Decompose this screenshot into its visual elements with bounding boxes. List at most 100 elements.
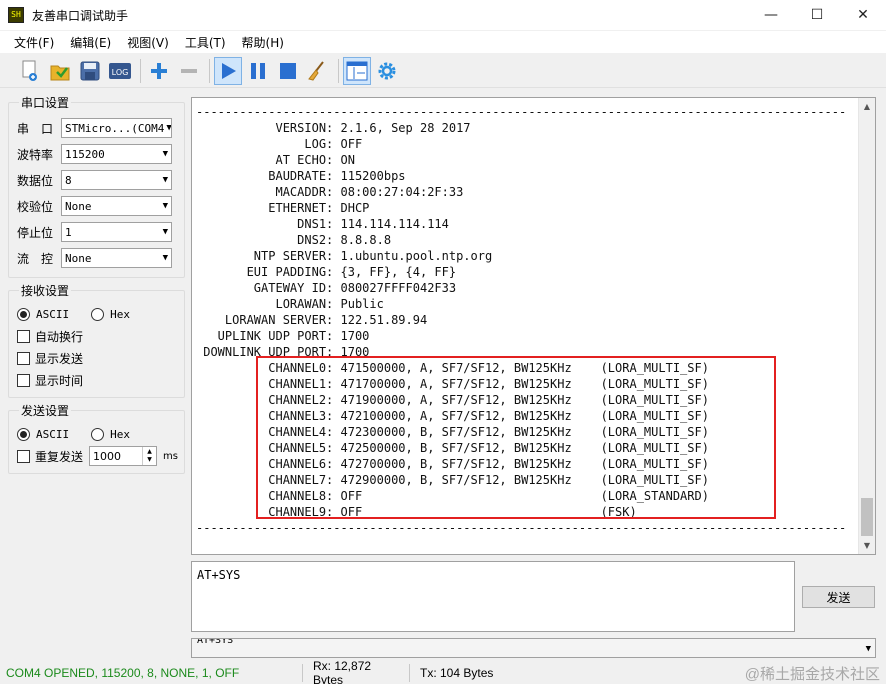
play-icon[interactable] (214, 56, 242, 85)
title-bar[interactable]: SH 友善串口调试助手 — ☐ ✕ (0, 0, 886, 30)
toolbar-separator (209, 58, 210, 83)
chevron-down-icon: ▼ (162, 201, 168, 211)
layout-icon[interactable] (343, 56, 371, 85)
flow-control-select[interactable]: None ▼ (61, 248, 172, 268)
app-window: SH 友善串口调试助手 — ☐ ✕ 文件(F) 编辑(E) 视图(V) 工具(T… (0, 0, 886, 684)
scroll-down-icon[interactable]: ▼ (859, 537, 875, 554)
add-icon[interactable] (145, 57, 173, 85)
output-line: AT ECHO: ON (196, 153, 355, 167)
port-label: 串 口 (17, 121, 54, 136)
chevron-down-icon: ▼ (162, 253, 168, 263)
close-button[interactable]: ✕ (840, 0, 886, 30)
stop-bits-select[interactable]: 1 ▼ (61, 222, 172, 242)
send-settings-group: 发送设置 ASCII Hex 重复发送 1000 ▲ ▼ ms (8, 402, 185, 474)
interval-unit: ms (163, 450, 178, 462)
status-bar: COM4 OPENED, 115200, 8, NONE, 1, OFF Rx:… (0, 659, 886, 684)
output-scrollbar[interactable]: ▲ ▼ (858, 98, 875, 554)
output-line: UPLINK UDP PORT: 1700 (196, 329, 370, 343)
baud-select[interactable]: 115200 ▼ (61, 144, 172, 164)
spin-down-icon[interactable]: ▼ (147, 456, 152, 464)
show-time-checkbox[interactable] (17, 373, 30, 387)
show-send-label: 显示发送 (35, 351, 84, 366)
output-line: DNS1: 114.114.114.114 (196, 217, 449, 231)
auto-wrap-checkbox[interactable] (17, 329, 30, 343)
send-input[interactable]: AT+SYS (191, 561, 795, 632)
interval-stepper[interactable]: 1000 ▲ ▼ (89, 446, 158, 466)
show-send-checkbox[interactable] (17, 351, 30, 365)
scrollbar-thumb[interactable] (861, 498, 873, 536)
watermark: @稀土掘金技术社区 (744, 665, 880, 683)
output-line: BAUDRATE: 115200bps (196, 169, 406, 183)
send-button[interactable]: 发送 (802, 586, 875, 608)
output-line: ----------------------------------------… (196, 105, 847, 119)
receive-ascii-radio[interactable] (17, 307, 30, 321)
data-bits-select[interactable]: 8 ▼ (61, 170, 172, 190)
chevron-down-icon: ▼ (162, 175, 168, 185)
left-panel: 串口设置 串 口 STMicro...(COM4 ▼ 波特率 115200 ▼ 数据… (8, 94, 185, 478)
toolbar-separator (338, 58, 339, 83)
rx-count: Rx: 12,872 Bytes (313, 659, 372, 684)
send-settings-title: 发送设置 (21, 404, 70, 418)
output-line: ----------------------------------------… (196, 521, 847, 535)
flow-control-label: 流 控 (17, 251, 54, 266)
chevron-down-icon: ▼ (166, 123, 172, 133)
serial-settings-group: 串口设置 串 口 STMicro...(COM4 ▼ 波特率 115200 ▼ 数据… (8, 94, 185, 278)
chevron-down-icon: ▼ (162, 149, 168, 159)
send-ascii-radio[interactable] (17, 427, 30, 441)
receive-output-area[interactable]: ---- -----------------------------------… (191, 97, 876, 555)
send-hex-radio[interactable] (91, 427, 105, 441)
new-file-icon[interactable] (16, 57, 44, 85)
serial-settings-title: 串口设置 (21, 96, 70, 110)
stop-icon[interactable] (274, 57, 302, 85)
open-folder-icon[interactable] (46, 57, 74, 85)
clear-broom-icon[interactable] (304, 57, 332, 85)
spin-up-icon[interactable]: ▲ (147, 448, 152, 456)
pause-icon[interactable] (244, 57, 272, 85)
menu-file[interactable]: 文件(F) (6, 34, 62, 51)
menu-view[interactable]: 视图(V) (119, 34, 177, 51)
output-line: DNS2: 8.8.8.8 (196, 233, 392, 247)
output-line: GATEWAY ID: 080027FFFF042F33 (196, 281, 457, 295)
show-time-label: 显示时间 (35, 373, 84, 388)
scroll-up-icon[interactable]: ▲ (859, 98, 875, 115)
output-partial-line: ---- -- (196, 98, 856, 104)
log-icon[interactable]: LOG (106, 57, 134, 85)
maximize-button[interactable]: ☐ (794, 0, 840, 30)
receive-settings-title: 接收设置 (21, 284, 70, 298)
port-status-text: COM4 OPENED, 115200, 8, NONE, 1, OFF (6, 666, 240, 680)
send-ascii-label: ASCII (36, 427, 70, 441)
baud-label: 波特率 (17, 147, 54, 162)
repeat-send-checkbox[interactable] (17, 449, 30, 463)
receive-hex-label: Hex (110, 307, 130, 321)
stop-bits-label: 停止位 (17, 225, 54, 240)
window-title: 友善串口调试助手 (32, 8, 129, 23)
menu-tools[interactable]: 工具(T) (177, 34, 234, 51)
port-select[interactable]: STMicro...(COM4 ▼ (61, 118, 172, 138)
settings-gear-icon[interactable] (373, 57, 401, 85)
output-line: LORAWAN SERVER: 122.51.89.94 (196, 313, 428, 327)
receive-hex-radio[interactable] (91, 307, 105, 321)
chevron-down-icon: ▼ (162, 227, 168, 237)
repeat-send-label: 重复发送 (35, 449, 84, 464)
menu-help[interactable]: 帮助(H) (234, 34, 292, 51)
menu-edit[interactable]: 编辑(E) (62, 34, 119, 51)
data-bits-label: 数据位 (17, 173, 54, 188)
receive-ascii-label: ASCII (36, 307, 70, 321)
parity-select[interactable]: None ▼ (61, 196, 172, 216)
toolbar-separator (140, 58, 141, 83)
output-line: EUI PADDING: {3, FF}, {4, FF} (196, 265, 457, 279)
send-history-select[interactable]: AT+SYS ▼ (191, 638, 876, 658)
output-line: NTP SERVER: 1.ubuntu.pool.ntp.org (196, 249, 493, 263)
receive-settings-group: 接收设置 ASCII Hex 自动换行 显示发送 显示时间 (8, 282, 185, 398)
remove-icon[interactable] (175, 57, 203, 85)
menu-bar: 文件(F) 编辑(E) 视图(V) 工具(T) 帮助(H) (0, 31, 886, 53)
chevron-down-icon: ▼ (865, 644, 871, 654)
output-line: LOG: OFF (196, 137, 363, 151)
parity-label: 校验位 (17, 199, 54, 214)
send-hex-label: Hex (110, 427, 130, 441)
save-icon[interactable] (76, 57, 104, 85)
auto-wrap-label: 自动换行 (35, 329, 84, 344)
minimize-button[interactable]: — (748, 0, 794, 30)
interval-value: 1000 (93, 449, 122, 463)
log-icon-label: LOG (112, 68, 129, 77)
